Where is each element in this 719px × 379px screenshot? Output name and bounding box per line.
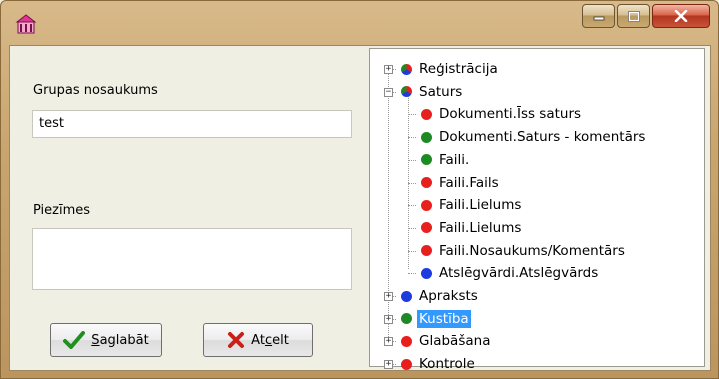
group-name-input[interactable]: test — [32, 110, 352, 138]
tree-node-label: Faili.Nosaukums/Komentārs — [439, 242, 625, 259]
save-label-mnemonic: S — [91, 332, 100, 348]
red-dot-icon — [421, 199, 432, 211]
tree-node-label: Reģistrācija — [419, 61, 498, 77]
expand-icon[interactable]: + — [384, 337, 393, 347]
tree-connector — [408, 273, 416, 275]
tree-node[interactable]: Faili.Lielums — [421, 195, 523, 215]
tree-node-label: Apraksts — [419, 288, 478, 304]
tree-node-label: Atslēgvārdi.Atslēgvārds — [439, 265, 599, 282]
expand-icon[interactable]: + — [384, 314, 393, 324]
multicolor-dot-icon — [401, 63, 412, 75]
tree-node[interactable]: Apraksts — [401, 286, 480, 306]
tree-root-line — [388, 71, 389, 343]
form-panel: Grupas nosaukums test Piezīmes Saglabāt … — [20, 46, 360, 372]
notes-input[interactable] — [32, 228, 352, 290]
tree-connector — [408, 159, 416, 161]
red-dot-icon — [401, 358, 412, 370]
tree-node[interactable]: Reģistrācija — [401, 59, 500, 79]
tree-node[interactable]: Atslēgvārdi.Atslēgvārds — [421, 263, 600, 283]
tree-node[interactable]: Glabāšana — [401, 331, 492, 351]
tree-node-label: Dokumenti.Saturs - komentārs — [439, 129, 646, 146]
maximize-button[interactable] — [617, 4, 650, 28]
tree-node[interactable]: Kustība — [401, 309, 471, 329]
tree-connector — [408, 205, 416, 207]
building-icon — [15, 14, 37, 34]
cancel-button[interactable]: At c elt — [203, 323, 313, 357]
tree-node[interactable]: Kontrole — [401, 354, 477, 374]
tree-node[interactable]: Faili.Lielums — [421, 218, 523, 238]
minimize-button[interactable] — [582, 4, 615, 28]
tree-node[interactable]: Faili.Fails — [421, 173, 501, 193]
tree-node[interactable]: Dokumenti.Īss saturs — [421, 104, 583, 124]
green-dot-icon — [401, 313, 412, 325]
red-dot-icon — [421, 245, 432, 257]
group-name-label: Grupas nosaukums — [33, 83, 158, 98]
green-dot-icon — [421, 154, 432, 166]
multicolor-dot-icon — [401, 86, 412, 98]
checkmark-icon — [63, 331, 86, 349]
red-dot-icon — [401, 335, 412, 347]
blue-dot-icon — [421, 267, 432, 279]
save-button[interactable]: Saglabāt — [50, 323, 162, 357]
title-bar[interactable] — [1, 1, 718, 45]
tree-node-label: Kontrole — [419, 356, 475, 373]
tree-child-line — [408, 91, 409, 269]
expand-icon[interactable]: + — [384, 360, 393, 370]
tree-connector — [408, 114, 416, 116]
permissions-tree[interactable]: + Reģistrācija − Saturs Dokumenti.Īss saturs… — [369, 48, 705, 372]
tree-connector — [408, 137, 416, 139]
maximize-icon — [627, 10, 640, 22]
notes-label: Piezīmes — [33, 203, 91, 218]
tree-connector — [408, 250, 416, 252]
cancel-label-mnemonic: c — [264, 332, 273, 348]
tree-node[interactable]: Faili. — [421, 150, 471, 170]
x-icon — [228, 332, 245, 348]
expand-icon[interactable]: + — [384, 65, 393, 74]
app-window: Grupas nosaukums test Piezīmes Saglabāt … — [0, 0, 719, 379]
tree-node-label: Kustība — [417, 309, 471, 328]
tree-node-label: Faili. — [439, 151, 470, 168]
client-area: Grupas nosaukums test Piezīmes Saglabāt … — [9, 45, 711, 372]
tree-connector — [408, 227, 416, 229]
expand-icon[interactable]: + — [384, 292, 393, 301]
red-dot-icon — [421, 177, 432, 188]
red-dot-icon — [421, 222, 432, 234]
close-icon — [674, 10, 688, 22]
cancel-label-suffix: elt — [272, 332, 289, 348]
minimize-icon — [593, 16, 604, 21]
blue-dot-icon — [401, 290, 412, 302]
tree-node[interactable]: Faili.Nosaukums/Komentārs — [421, 241, 627, 261]
tree-node-label: Dokumenti.Īss saturs — [439, 106, 582, 123]
collapse-icon[interactable]: − — [384, 87, 393, 97]
close-button[interactable] — [652, 4, 710, 28]
tree-node-label: Saturs — [419, 83, 463, 100]
tree-node-label: Faili.Fails — [439, 174, 499, 191]
tree-node[interactable]: Saturs — [401, 82, 464, 102]
cancel-label-prefix: At — [251, 332, 265, 348]
tree-connector — [408, 182, 416, 184]
tree-node[interactable]: Dokumenti.Saturs - komentārs — [421, 127, 647, 147]
save-label: aglabāt — [99, 332, 149, 348]
red-dot-icon — [421, 108, 432, 120]
tree-node-label: Faili.Lielums — [439, 219, 522, 236]
tree-node-label: Glabāšana — [419, 333, 491, 350]
green-dot-icon — [421, 131, 432, 143]
tree-node-label: Faili.Lielums — [439, 197, 522, 214]
